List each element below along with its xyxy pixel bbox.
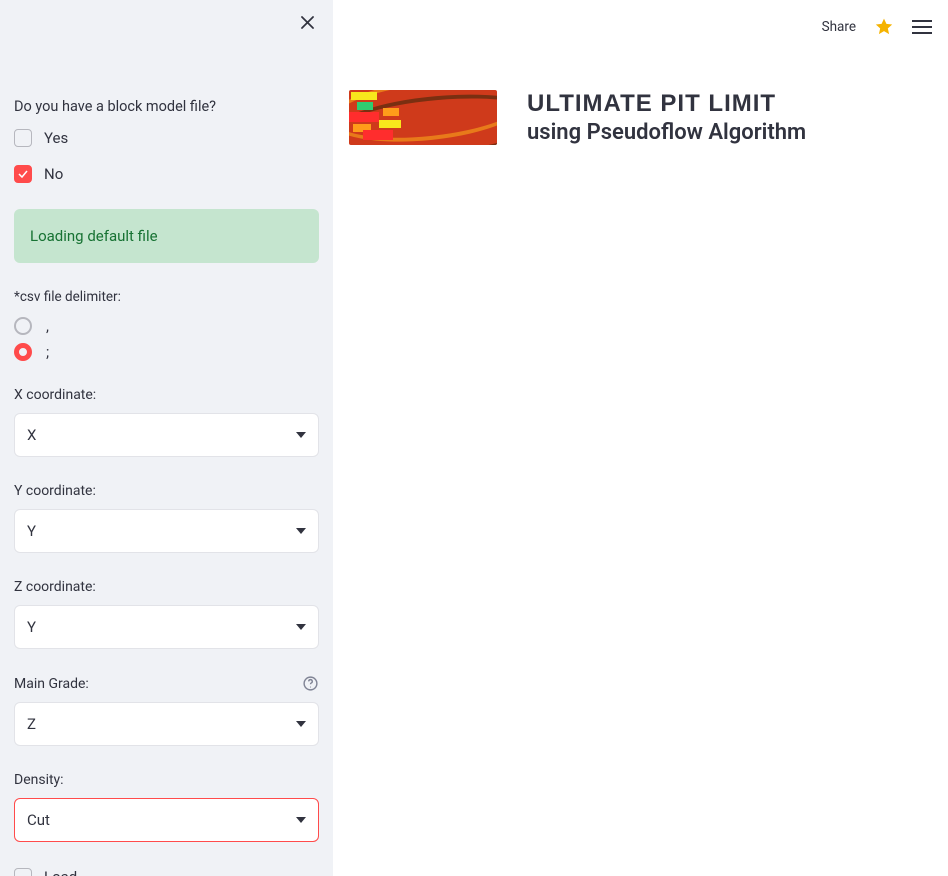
hamburger-line bbox=[912, 32, 932, 34]
checkbox-icon bbox=[14, 868, 32, 876]
star-icon[interactable] bbox=[874, 17, 894, 37]
checkbox-no-label: No bbox=[44, 165, 63, 183]
chevron-down-icon bbox=[296, 432, 306, 438]
sidebar: Do you have a block model file? Yes No L… bbox=[0, 0, 333, 876]
hero-section: ULTIMATE PIT LIMIT using Pseudoflow Algo… bbox=[349, 90, 932, 145]
radio-comma[interactable]: , bbox=[14, 317, 319, 335]
x-coordinate-select[interactable]: X bbox=[14, 413, 319, 457]
main-grade-label: Main Grade: bbox=[14, 676, 89, 692]
close-sidebar-button[interactable] bbox=[298, 13, 317, 36]
checkbox-checked-icon bbox=[14, 165, 32, 183]
chevron-down-icon bbox=[296, 624, 306, 630]
success-alert-text: Loading default file bbox=[30, 227, 158, 245]
chevron-down-icon bbox=[296, 721, 306, 727]
chevron-down-icon bbox=[296, 528, 306, 534]
z-coordinate-value: Y bbox=[27, 618, 36, 636]
radio-semicolon-label: ; bbox=[46, 343, 49, 361]
radio-icon bbox=[14, 317, 32, 335]
close-icon bbox=[298, 13, 317, 32]
hamburger-line bbox=[912, 26, 932, 28]
main-content: Share ULTIMATE PIT LIMIT using Pseudoflo… bbox=[333, 0, 948, 876]
chevron-down-icon bbox=[296, 817, 306, 823]
main-grade-value: Z bbox=[27, 715, 36, 733]
success-alert: Loading default file bbox=[14, 209, 319, 263]
y-coordinate-select[interactable]: Y bbox=[14, 509, 319, 553]
sidebar-form: Do you have a block model file? Yes No L… bbox=[14, 98, 319, 876]
z-coordinate-label: Z coordinate: bbox=[14, 579, 319, 595]
y-coordinate-label: Y coordinate: bbox=[14, 483, 319, 499]
hero-image bbox=[349, 90, 497, 145]
checkbox-load[interactable]: Load bbox=[14, 868, 319, 876]
help-icon[interactable] bbox=[302, 675, 319, 692]
z-coordinate-select[interactable]: Y bbox=[14, 605, 319, 649]
checkbox-yes-label: Yes bbox=[44, 129, 68, 147]
density-select[interactable]: Cut bbox=[14, 798, 319, 842]
radio-active-icon bbox=[14, 343, 32, 361]
checkbox-no[interactable]: No bbox=[14, 165, 319, 183]
hamburger-menu-button[interactable] bbox=[912, 20, 932, 34]
radio-semicolon[interactable]: ; bbox=[14, 343, 319, 361]
y-coordinate-value: Y bbox=[27, 522, 36, 540]
checkbox-yes[interactable]: Yes bbox=[14, 129, 319, 147]
page-subtitle: using Pseudoflow Algorithm bbox=[527, 120, 806, 145]
radio-comma-label: , bbox=[46, 317, 49, 335]
x-coordinate-label: X coordinate: bbox=[14, 387, 319, 403]
hamburger-line bbox=[912, 20, 932, 22]
question-label: Do you have a block model file? bbox=[14, 98, 319, 115]
density-value: Cut bbox=[27, 811, 50, 829]
checkbox-icon bbox=[14, 129, 32, 147]
x-coordinate-value: X bbox=[27, 426, 36, 444]
delimiter-label: *csv file delimiter: bbox=[14, 289, 319, 305]
checkbox-load-label: Load bbox=[44, 868, 77, 876]
topbar: Share bbox=[349, 0, 932, 54]
main-grade-label-row: Main Grade: bbox=[14, 675, 319, 692]
density-label: Density: bbox=[14, 772, 319, 788]
hero-text: ULTIMATE PIT LIMIT using Pseudoflow Algo… bbox=[527, 90, 806, 145]
page-title: ULTIMATE PIT LIMIT bbox=[527, 90, 806, 118]
main-grade-select[interactable]: Z bbox=[14, 702, 319, 746]
share-button[interactable]: Share bbox=[822, 19, 856, 35]
